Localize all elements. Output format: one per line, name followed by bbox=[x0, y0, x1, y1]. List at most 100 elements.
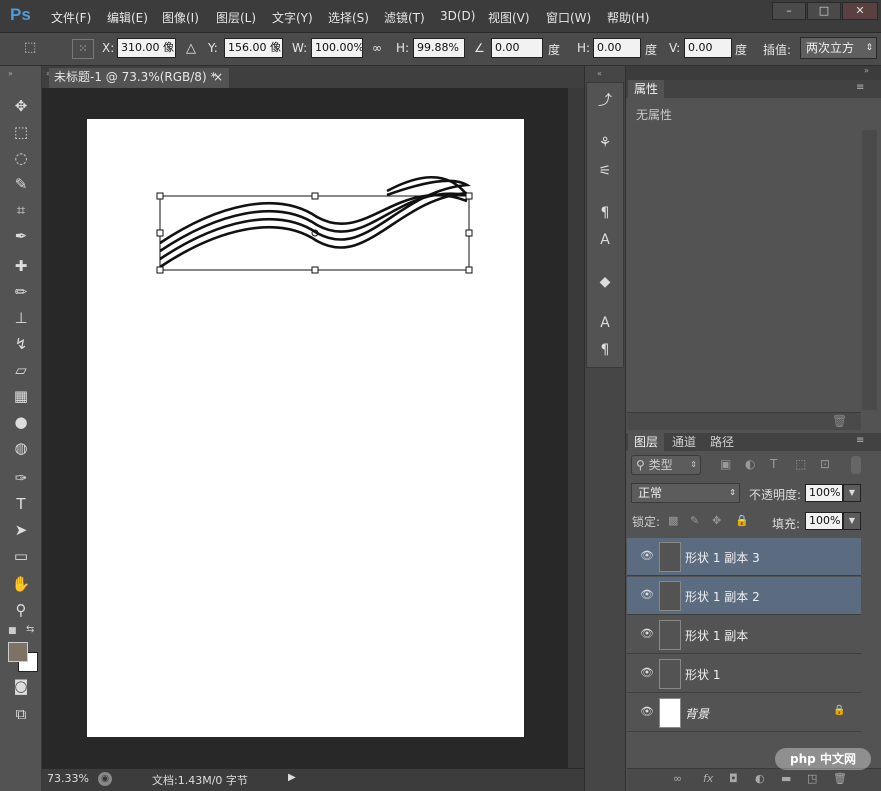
menu-window[interactable]: 窗口(W) bbox=[546, 9, 591, 26]
lock-transparent-icon[interactable]: ▩ bbox=[668, 514, 678, 527]
eyedropper-tool-icon[interactable]: ✒ bbox=[6, 224, 36, 248]
transform-tool-icon[interactable]: ⬚ bbox=[24, 40, 46, 58]
link-layers-icon[interactable]: ∞ bbox=[673, 772, 682, 785]
visibility-eye-icon[interactable]: 👁 bbox=[639, 628, 655, 640]
3d-icon[interactable]: ◆ bbox=[593, 270, 617, 294]
menu-edit[interactable]: 编辑(E) bbox=[107, 9, 148, 26]
menu-file[interactable]: 文件(F) bbox=[51, 9, 91, 26]
filter-smart-object-icon[interactable]: ⊡ bbox=[820, 457, 830, 471]
lasso-tool-icon[interactable]: ◌ bbox=[6, 146, 36, 170]
hskew-field[interactable]: 0.00 bbox=[593, 38, 641, 58]
canvas[interactable] bbox=[87, 119, 524, 737]
foreground-color-swatch[interactable] bbox=[8, 642, 28, 662]
status-menu-icon[interactable]: ◉ bbox=[98, 772, 112, 786]
reference-point-icon[interactable]: ⁙ bbox=[72, 39, 94, 59]
lock-image-icon[interactable]: ✎ bbox=[690, 514, 699, 527]
collapse-icon[interactable]: » bbox=[864, 66, 869, 75]
new-layer-icon[interactable]: ◳ bbox=[807, 772, 817, 785]
expand-icon[interactable]: « bbox=[597, 69, 602, 78]
rectangle-tool-icon[interactable]: ▭ bbox=[6, 544, 36, 568]
menu-select[interactable]: 选择(S) bbox=[328, 9, 369, 26]
link-icon[interactable]: ∞ bbox=[372, 41, 382, 55]
quick-mask-icon[interactable]: ◙ bbox=[6, 674, 36, 698]
paragraph-icon[interactable]: ¶ bbox=[593, 338, 617, 362]
history-icon[interactable]: ⤴ bbox=[593, 89, 617, 113]
default-colors-icon[interactable]: ■ bbox=[8, 626, 17, 636]
filter-type-icon[interactable]: T bbox=[770, 457, 777, 471]
swap-colors-icon[interactable]: ⇆ bbox=[26, 624, 34, 635]
h-field[interactable]: 99.88% bbox=[413, 38, 465, 58]
interp-select[interactable]: 两次立方 ⇕ bbox=[800, 37, 877, 59]
clone-stamp-icon[interactable]: ⊥ bbox=[6, 306, 36, 330]
brush-presets-icon[interactable]: ⚘ bbox=[593, 131, 617, 155]
filter-toggle[interactable] bbox=[851, 456, 861, 474]
marquee-tool-icon[interactable]: ⬚ bbox=[6, 120, 36, 144]
visibility-eye-icon[interactable]: 👁 bbox=[639, 667, 655, 679]
filter-pixel-icon[interactable]: ▣ bbox=[720, 457, 731, 471]
layer-row[interactable]: 👁 形状 1 副本 bbox=[627, 616, 861, 654]
hand-tool-icon[interactable]: ✋ bbox=[6, 572, 36, 596]
x-field[interactable]: 310.00 像 bbox=[117, 38, 176, 58]
eraser-tool-icon[interactable]: ▱ bbox=[6, 358, 36, 382]
quick-select-tool-icon[interactable]: ✎ bbox=[6, 172, 36, 196]
layer-row[interactable]: 👁 形状 1 副本 2 bbox=[627, 577, 861, 615]
fill-field[interactable]: 100% bbox=[805, 512, 843, 530]
maximize-button[interactable]: □ bbox=[807, 2, 841, 20]
move-tool-icon[interactable]: ✥ bbox=[6, 94, 36, 118]
menu-view[interactable]: 视图(V) bbox=[488, 9, 530, 26]
layer-row[interactable]: 👁 背景 🔒 bbox=[627, 694, 861, 732]
fill-dropdown-icon[interactable]: ▼ bbox=[843, 512, 861, 530]
blend-mode-select[interactable]: 正常 ⇕ bbox=[631, 483, 740, 503]
visibility-eye-icon[interactable]: 👁 bbox=[639, 550, 655, 562]
filter-shape-icon[interactable]: ⬚ bbox=[795, 457, 806, 471]
menu-3d[interactable]: 3D(D) bbox=[440, 9, 475, 23]
layer-row[interactable]: 👁 形状 1 bbox=[627, 655, 861, 693]
panel-menu-icon[interactable]: ≡ bbox=[856, 82, 864, 93]
vskew-field[interactable]: 0.00 bbox=[684, 38, 732, 58]
layer-row[interactable]: 👁 形状 1 副本 3 bbox=[627, 538, 861, 576]
tab-paths[interactable]: 路径 bbox=[704, 433, 740, 451]
filter-adjustment-icon[interactable]: ◐ bbox=[745, 457, 755, 471]
pen-tool-icon[interactable]: ✑ bbox=[6, 466, 36, 490]
type-tool-icon[interactable]: T bbox=[6, 492, 36, 516]
character-icon[interactable]: A bbox=[593, 311, 617, 335]
blur-tool-icon[interactable]: ● bbox=[6, 410, 36, 434]
w-field[interactable]: 100.00% bbox=[311, 38, 363, 58]
trash-icon[interactable]: 🗑 bbox=[832, 414, 847, 428]
collapse-icon[interactable]: » bbox=[8, 69, 13, 78]
tab-channels[interactable]: 通道 bbox=[666, 433, 702, 451]
properties-scrollbar[interactable] bbox=[862, 130, 877, 410]
group-icon[interactable]: ▬ bbox=[781, 772, 791, 785]
character-style-icon[interactable]: A bbox=[593, 228, 617, 252]
menu-filter[interactable]: 滤镜(T) bbox=[384, 9, 425, 26]
menu-type[interactable]: 文字(Y) bbox=[272, 9, 313, 26]
delta-icon[interactable]: △ bbox=[186, 41, 196, 56]
visibility-eye-icon[interactable]: 👁 bbox=[639, 706, 655, 718]
status-arrow-icon[interactable]: ▶ bbox=[288, 772, 300, 786]
menu-layer[interactable]: 图层(L) bbox=[216, 9, 256, 26]
dodge-tool-icon[interactable]: ◍ bbox=[6, 436, 36, 460]
close-tab-icon[interactable]: × bbox=[213, 68, 223, 86]
screen-mode-icon[interactable]: ⧉ bbox=[6, 702, 36, 726]
vertical-scrollbar[interactable] bbox=[568, 88, 584, 768]
menu-image[interactable]: 图像(I) bbox=[162, 9, 199, 26]
delete-layer-icon[interactable]: 🗑 bbox=[833, 772, 847, 785]
opacity-field[interactable]: 100% bbox=[805, 484, 843, 502]
path-select-icon[interactable]: ➤ bbox=[6, 518, 36, 542]
tab-layers[interactable]: 图层 bbox=[628, 433, 665, 451]
visibility-eye-icon[interactable]: 👁 bbox=[639, 589, 655, 601]
adjustments-icon[interactable]: ⚟ bbox=[593, 159, 617, 183]
tab-properties[interactable]: 属性 bbox=[628, 80, 665, 98]
panel-menu-icon[interactable]: ≡ bbox=[856, 435, 864, 446]
minimize-button[interactable]: – bbox=[772, 2, 806, 20]
angle-field[interactable]: 0.00 bbox=[491, 38, 543, 58]
adjustment-layer-icon[interactable]: ◐ bbox=[755, 772, 765, 785]
brush-tool-icon[interactable]: ✏ bbox=[6, 280, 36, 304]
gradient-tool-icon[interactable]: ▦ bbox=[6, 384, 36, 408]
fx-icon[interactable]: fx bbox=[703, 772, 713, 785]
document-tab[interactable]: 未标题-1 @ 73.3%(RGB/8) * × bbox=[49, 68, 229, 88]
lock-all-icon[interactable]: 🔒 bbox=[735, 514, 749, 527]
menu-help[interactable]: 帮助(H) bbox=[607, 9, 649, 26]
history-brush-icon[interactable]: ↯ bbox=[6, 332, 36, 356]
lock-position-icon[interactable]: ✥ bbox=[712, 514, 721, 527]
